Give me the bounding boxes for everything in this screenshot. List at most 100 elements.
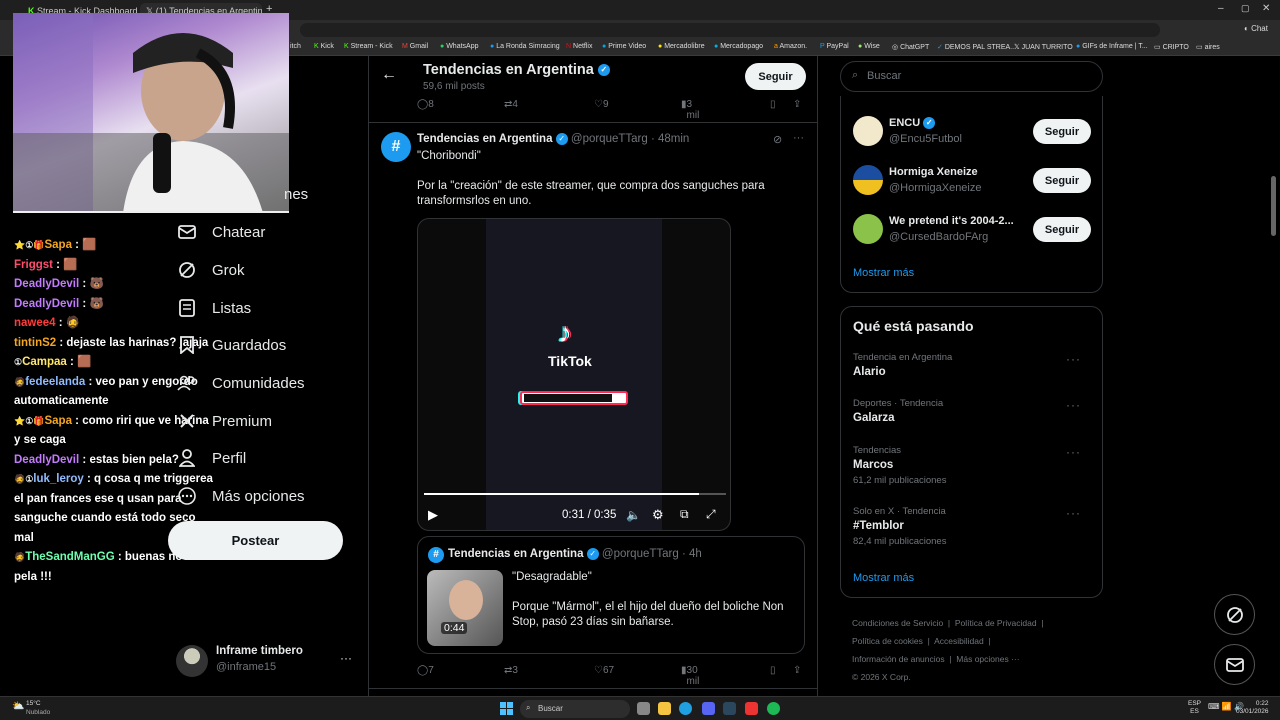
repost-icon[interactable]: ⇄ 3 — [504, 665, 518, 676]
nav-item-chatear[interactable]: Chatear — [176, 217, 265, 247]
volume-icon[interactable]: 🔈 — [626, 508, 641, 522]
more-icon[interactable]: ··· — [1066, 445, 1081, 459]
follow-button[interactable]: Seguir — [745, 63, 806, 90]
bookmark[interactable]: M Gmail — [402, 43, 428, 50]
account-switcher[interactable]: Inframe timbero @inframe15 ··· — [176, 643, 356, 679]
bookmark[interactable]: K Kick — [314, 43, 334, 50]
footer-link[interactable]: Más opciones ··· — [956, 654, 1019, 664]
grok-floating-button[interactable] — [1214, 594, 1255, 635]
like-icon[interactable]: ♡ 67 — [594, 665, 614, 676]
messages-floating-button[interactable] — [1214, 644, 1255, 685]
nav-item-guardados[interactable]: Guardados — [176, 330, 286, 360]
reply-icon[interactable]: ◯ 7 — [417, 665, 434, 676]
play-icon[interactable]: ▶ — [428, 507, 438, 523]
footer-link[interactable]: Política de cookies — [852, 636, 923, 646]
post-button[interactable]: Postear — [168, 521, 343, 560]
footer-link[interactable]: Accesibilidad — [934, 636, 984, 646]
author-handle[interactable]: @porqueTTarg — [571, 133, 648, 145]
taskbar-search[interactable]: ⌕ Buscar — [520, 700, 630, 718]
more-icon[interactable]: ··· — [1066, 398, 1081, 412]
chat-button[interactable]: ◐ Chat — [1244, 24, 1268, 33]
footer-link[interactable]: Información de anuncios — [852, 654, 945, 664]
bookmark[interactable]: K Stream - Kick — [344, 43, 393, 50]
chat-username[interactable]: TheSandManGG — [25, 551, 114, 563]
trend-item[interactable]: Tendencias Marcos 61,2 mil publicaciones… — [853, 445, 1093, 486]
language-indicator[interactable]: ESP ES — [1188, 700, 1201, 716]
bookmark-icon[interactable]: ▯ — [770, 665, 776, 676]
tweet-avatar[interactable]: # — [381, 132, 411, 162]
chat-username[interactable]: DeadlyDevil — [14, 454, 79, 466]
chat-username[interactable]: nawee4 — [14, 317, 56, 329]
follow-button[interactable]: Seguir — [1033, 168, 1091, 193]
bookmark[interactable]: ● La Ronda Simracing — [490, 43, 560, 50]
chat-username[interactable]: luk_leroy — [33, 473, 84, 485]
app-icon[interactable] — [745, 702, 758, 715]
bookmark[interactable]: itch — [290, 43, 301, 50]
like-icon[interactable]: ♡ 9 — [594, 99, 609, 110]
footer-link[interactable]: Condiciones de Servicio — [852, 618, 943, 628]
fullscreen-icon[interactable]: ⤢ — [706, 507, 716, 522]
bookmark[interactable]: ● Wise — [858, 43, 880, 50]
nav-item-listas[interactable]: Listas — [176, 293, 251, 323]
start-icon[interactable] — [500, 702, 513, 715]
more-icon[interactable]: ··· — [1066, 352, 1081, 366]
more-icon[interactable]: ··· — [340, 651, 352, 665]
close-window-icon[interactable]: ✕ — [1262, 3, 1270, 14]
bookmark[interactable]: ● WhatsApp — [440, 43, 478, 50]
bookmark-icon[interactable]: ▯ — [770, 99, 776, 110]
grok-icon[interactable]: ⊘ — [773, 133, 782, 146]
nav-item-grok[interactable]: Grok — [176, 255, 245, 285]
footer-link[interactable]: Política de Privacidad — [955, 618, 1037, 628]
follow-button[interactable]: Seguir — [1033, 217, 1091, 242]
bookmark[interactable]: ◎ ChatGPT — [892, 43, 929, 51]
more-icon[interactable]: ··· — [1066, 506, 1081, 520]
chat-username[interactable]: DeadlyDevil — [14, 278, 79, 290]
bookmark[interactable]: ● Mercadolibre — [658, 43, 705, 50]
follow-suggestion[interactable]: Hormiga Xeneize @HormigaXeneize Seguir — [853, 164, 1093, 200]
task-view-icon[interactable] — [637, 702, 650, 715]
search-box[interactable]: ⌕ Buscar — [840, 61, 1103, 92]
discord-icon[interactable] — [702, 702, 715, 715]
maximize-icon[interactable]: ▢ — [1241, 3, 1250, 14]
chat-username[interactable]: tintinS2 — [14, 337, 56, 349]
weather-icon[interactable]: ⛅ — [12, 701, 24, 712]
chat-username[interactable]: Sapa — [44, 239, 72, 251]
share-icon[interactable]: ⇪ — [793, 99, 801, 110]
nav-item-comunidades[interactable]: Comunidades — [176, 368, 305, 398]
follow-button[interactable]: Seguir — [1033, 119, 1091, 144]
share-icon[interactable]: ⇪ — [793, 665, 801, 676]
author-name[interactable]: Tendencias en Argentina — [417, 133, 552, 145]
trend-item[interactable]: Tendencia en Argentina Alario ··· — [853, 352, 1093, 378]
steam-icon[interactable] — [723, 702, 736, 715]
bookmark[interactable]: ● Prime Video — [602, 43, 646, 50]
video-progress-track[interactable] — [424, 493, 726, 495]
minimize-icon[interactable]: – — [1218, 3, 1224, 14]
file-explorer-icon[interactable] — [658, 702, 671, 715]
reply-icon[interactable]: ◯ 8 — [417, 99, 434, 110]
trend-item[interactable]: Deportes · Tendencia Galarza ··· — [853, 398, 1093, 424]
bookmark[interactable]: N Netflix — [566, 43, 592, 50]
url-field[interactable] — [300, 23, 1160, 37]
views-icon[interactable]: ▮ 30 mil — [681, 665, 699, 687]
more-icon[interactable]: ··· — [793, 132, 804, 144]
nav-item-perfil[interactable]: Perfil — [176, 443, 246, 473]
back-arrow-icon[interactable]: ← — [381, 66, 397, 84]
tweet-time[interactable]: · 48min — [651, 133, 689, 145]
bookmark[interactable]: P PayPal — [820, 43, 849, 50]
spotify-icon[interactable] — [767, 702, 780, 715]
video-player[interactable]: ♪ TikTok ▶ 0:31 / 0:35 🔈 ⚙ ⧉ ⤢ — [417, 218, 731, 531]
scrollbar[interactable] — [1271, 176, 1276, 236]
edge-icon[interactable] — [679, 702, 692, 715]
chat-username[interactable]: Friggst — [14, 259, 53, 271]
bookmark[interactable]: 𝕏 JUAN TURRITO — [1014, 43, 1073, 51]
quoted-thumbnail[interactable]: 0:44 — [427, 570, 503, 646]
follow-suggestion[interactable]: We pretend it's 2004-2... @CursedBardoFA… — [853, 213, 1093, 249]
bookmark[interactable]: ● GIFs de Inframe | T... — [1076, 43, 1148, 50]
chat-username[interactable]: DeadlyDevil — [14, 298, 79, 310]
trend-item[interactable]: Solo en X · Tendencia #Temblor 82,4 mil … — [853, 506, 1093, 547]
bookmark-folder[interactable]: ▭ aires — [1196, 43, 1220, 51]
bookmark[interactable]: ✓ DEMOS PAL STREA... — [937, 43, 1016, 51]
clock[interactable]: 0:22 03/01/2026 — [1236, 700, 1269, 716]
bookmark-folder[interactable]: ▭ CRIPTO — [1154, 43, 1189, 51]
bookmark[interactable]: a Amazon. — [774, 43, 807, 50]
